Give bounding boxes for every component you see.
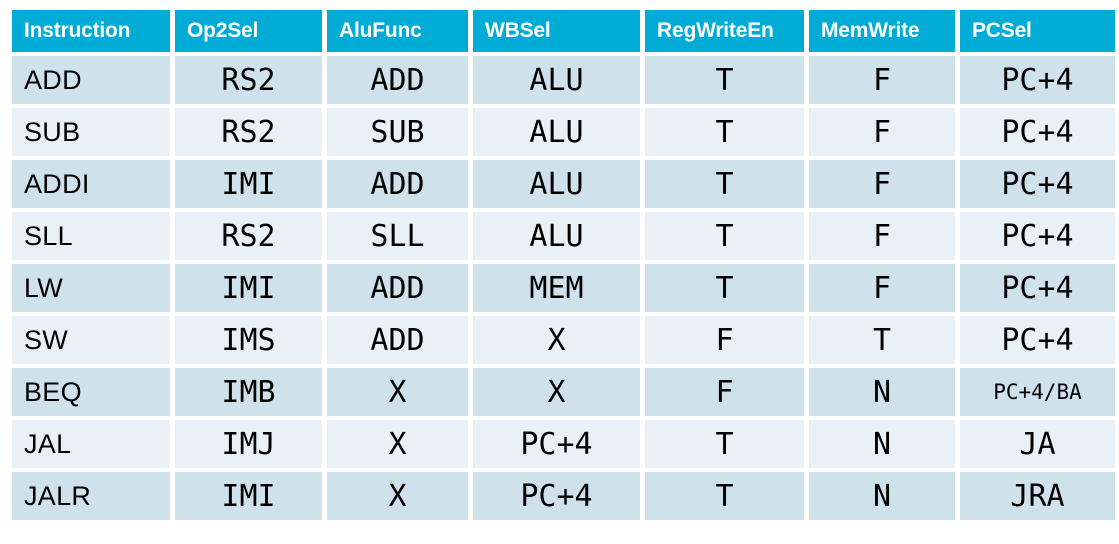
cell-op2sel: IMJ	[175, 420, 322, 468]
control-signal-table: Instruction Op2Sel AluFunc WBSel RegWrit…	[7, 6, 1119, 524]
table-row: JAL IMJ X PC+4 T N JA	[12, 420, 1115, 468]
cell-pcsel: PC+4	[960, 316, 1115, 364]
column-header-wbsel: WBSel	[473, 10, 640, 52]
cell-regwriteen: T	[645, 264, 804, 312]
cell-instruction: ADDI	[12, 160, 170, 208]
cell-pcsel: PC+4	[960, 212, 1115, 260]
table-row: SUB RS2 SUB ALU T F PC+4	[12, 108, 1115, 156]
cell-op2sel: IMS	[175, 316, 322, 364]
cell-regwriteen: F	[645, 316, 804, 364]
cell-instruction: JAL	[12, 420, 170, 468]
cell-instruction: SW	[12, 316, 170, 364]
cell-wbsel: MEM	[473, 264, 640, 312]
cell-wbsel: ALU	[473, 108, 640, 156]
table-row: SW IMS ADD X F T PC+4	[12, 316, 1115, 364]
column-header-instruction: Instruction	[12, 10, 170, 52]
table-body: ADD RS2 ADD ALU T F PC+4 SUB RS2 SUB ALU…	[12, 56, 1115, 520]
table-row: JALR IMI X PC+4 T N JRA	[12, 472, 1115, 520]
cell-wbsel: ALU	[473, 160, 640, 208]
cell-wbsel: PC+4	[473, 420, 640, 468]
cell-memwrite: N	[809, 368, 955, 416]
cell-alufunc: SLL	[327, 212, 468, 260]
cell-wbsel: ALU	[473, 56, 640, 104]
column-header-memwrite: MemWrite	[809, 10, 955, 52]
cell-pcsel: PC+4	[960, 56, 1115, 104]
column-header-regwriteen: RegWriteEn	[645, 10, 804, 52]
cell-alufunc: X	[327, 420, 468, 468]
cell-regwriteen: T	[645, 420, 804, 468]
cell-instruction: SLL	[12, 212, 170, 260]
cell-instruction: ADD	[12, 56, 170, 104]
cell-memwrite: N	[809, 472, 955, 520]
cell-wbsel: PC+4	[473, 472, 640, 520]
cell-memwrite: F	[809, 212, 955, 260]
column-header-pcsel: PCSel	[960, 10, 1115, 52]
table-header: Instruction Op2Sel AluFunc WBSel RegWrit…	[12, 10, 1115, 52]
cell-op2sel: IMB	[175, 368, 322, 416]
cell-op2sel: RS2	[175, 56, 322, 104]
table-header-row: Instruction Op2Sel AluFunc WBSel RegWrit…	[12, 10, 1115, 52]
table-row: LW IMI ADD MEM T F PC+4	[12, 264, 1115, 312]
cell-pcsel: PC+4	[960, 160, 1115, 208]
cell-memwrite: F	[809, 108, 955, 156]
cell-alufunc: X	[327, 472, 468, 520]
cell-memwrite: N	[809, 420, 955, 468]
cell-instruction: LW	[12, 264, 170, 312]
cell-regwriteen: F	[645, 368, 804, 416]
table-row: ADDI IMI ADD ALU T F PC+4	[12, 160, 1115, 208]
cell-regwriteen: T	[645, 56, 804, 104]
cell-alufunc: X	[327, 368, 468, 416]
cell-instruction: SUB	[12, 108, 170, 156]
cell-wbsel: X	[473, 368, 640, 416]
cell-wbsel: X	[473, 316, 640, 364]
cell-pcsel: PC+4	[960, 264, 1115, 312]
cell-alufunc: ADD	[327, 264, 468, 312]
cell-op2sel: IMI	[175, 472, 322, 520]
table-row: ADD RS2 ADD ALU T F PC+4	[12, 56, 1115, 104]
cell-regwriteen: T	[645, 472, 804, 520]
cell-op2sel: RS2	[175, 108, 322, 156]
cell-memwrite: F	[809, 160, 955, 208]
table-row: SLL RS2 SLL ALU T F PC+4	[12, 212, 1115, 260]
cell-op2sel: IMI	[175, 264, 322, 312]
cell-instruction: JALR	[12, 472, 170, 520]
cell-pcsel: PC+4	[960, 108, 1115, 156]
cell-wbsel: ALU	[473, 212, 640, 260]
column-header-alufunc: AluFunc	[327, 10, 468, 52]
cell-pcsel: JA	[960, 420, 1115, 468]
cell-pcsel: PC+4/BA	[960, 368, 1115, 416]
cell-alufunc: ADD	[327, 160, 468, 208]
cell-instruction: BEQ	[12, 368, 170, 416]
cell-pcsel: JRA	[960, 472, 1115, 520]
cell-regwriteen: T	[645, 160, 804, 208]
column-header-op2sel: Op2Sel	[175, 10, 322, 52]
control-signal-table-container: Instruction Op2Sel AluFunc WBSel RegWrit…	[12, 10, 1115, 520]
cell-op2sel: IMI	[175, 160, 322, 208]
table-row: BEQ IMB X X F N PC+4/BA	[12, 368, 1115, 416]
cell-regwriteen: T	[645, 108, 804, 156]
cell-alufunc: ADD	[327, 316, 468, 364]
cell-memwrite: F	[809, 264, 955, 312]
cell-regwriteen: T	[645, 212, 804, 260]
cell-alufunc: SUB	[327, 108, 468, 156]
cell-memwrite: T	[809, 316, 955, 364]
cell-alufunc: ADD	[327, 56, 468, 104]
cell-memwrite: F	[809, 56, 955, 104]
cell-op2sel: RS2	[175, 212, 322, 260]
